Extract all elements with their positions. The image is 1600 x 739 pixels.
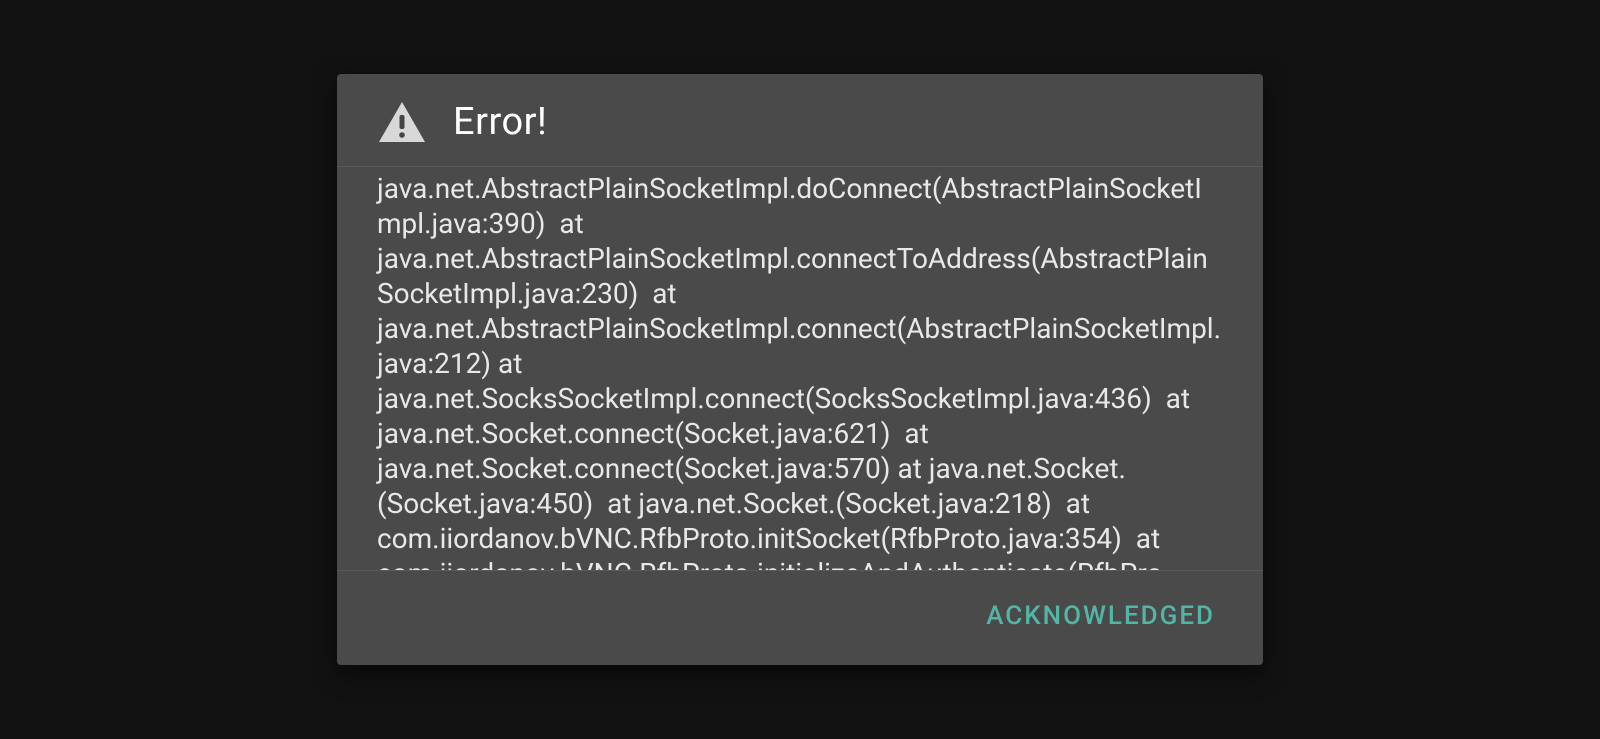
acknowledged-button[interactable]: ACKNOWLEDGED (982, 595, 1219, 637)
dialog-footer: ACKNOWLEDGED (337, 571, 1263, 665)
dialog-header: Error! (337, 74, 1263, 167)
stacktrace-text: java.net.AbstractPlainSocketImpl.doConne… (377, 171, 1223, 571)
dialog-title: Error! (453, 100, 547, 144)
warning-icon (377, 100, 427, 144)
error-dialog: Error! java.net.AbstractPlainSocketImpl.… (337, 74, 1263, 665)
dialog-body[interactable]: java.net.AbstractPlainSocketImpl.doConne… (337, 167, 1263, 571)
